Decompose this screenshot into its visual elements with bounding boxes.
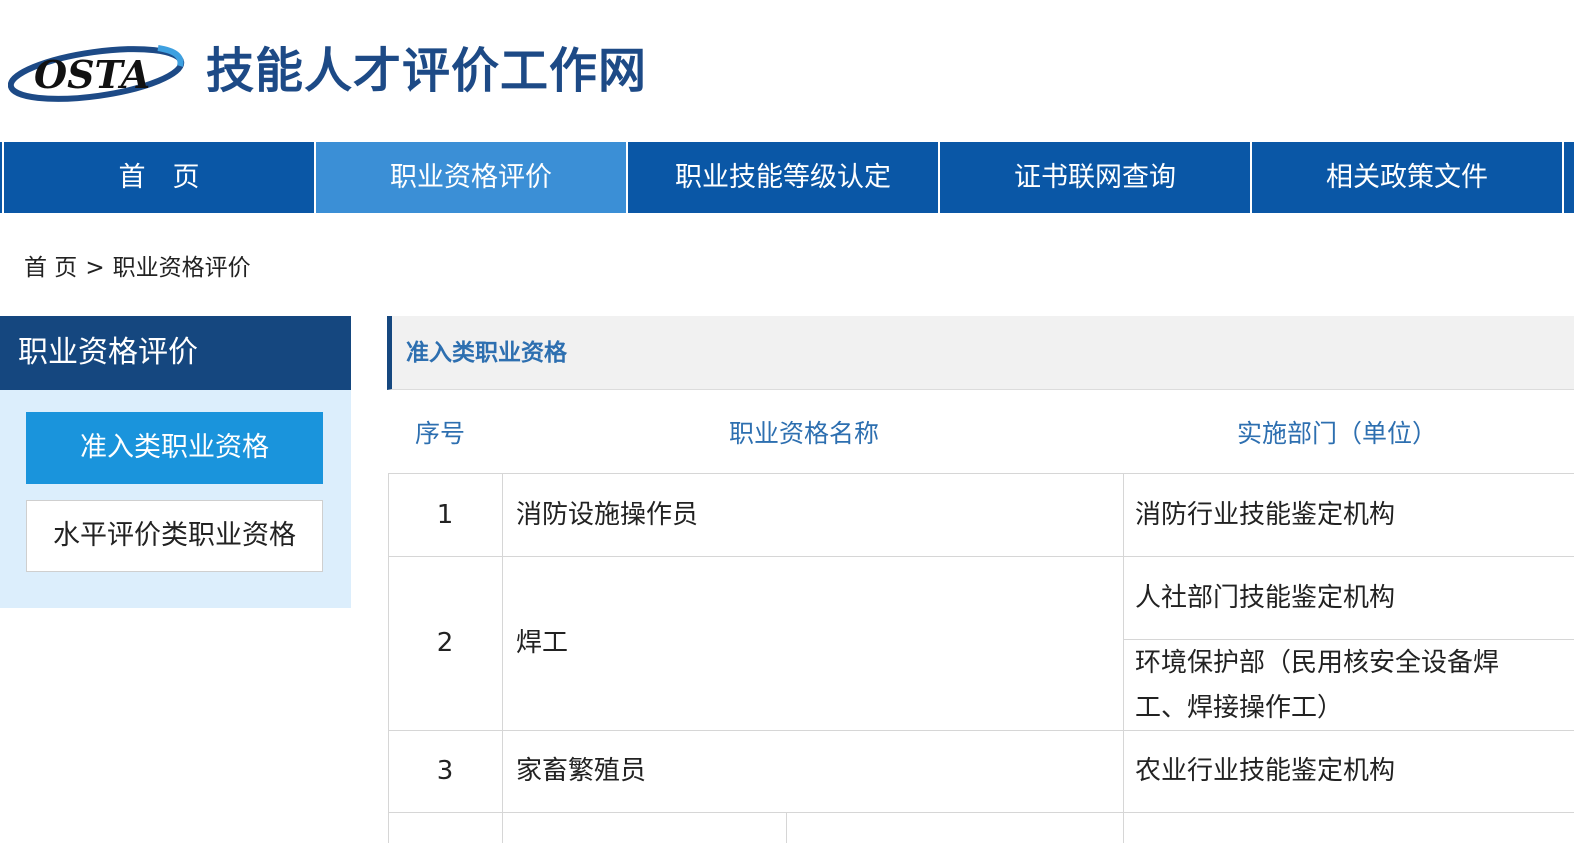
column-header-qualification-name: 职业资格名称: [729, 419, 880, 448]
logo-text: OSTA: [34, 52, 150, 97]
sidebar-item-level-evaluation-qualification[interactable]: 水平评价类职业资格: [26, 500, 323, 572]
section-title: 准入类职业资格: [406, 340, 567, 366]
table-border: [388, 473, 1574, 474]
sidebar-menu: 准入类职业资格 水平评价类职业资格: [0, 390, 351, 608]
table-border: [1123, 473, 1124, 843]
section-header: 准入类职业资格: [387, 316, 1574, 390]
table-cell-department: 人社部门技能鉴定机构: [1135, 583, 1396, 613]
nav-item-policy-documents[interactable]: 相关政策文件: [1252, 142, 1562, 213]
nav-item-certificate-query[interactable]: 证书联网查询: [940, 142, 1250, 213]
breadcrumb-current: 职业资格评价: [112, 255, 251, 281]
table-cell-qualification-name: 家畜繁殖员: [516, 756, 647, 786]
nav-item-skill-level-certification[interactable]: 职业技能等级认定: [628, 142, 938, 213]
table-cell-number: 3: [436, 756, 454, 786]
breadcrumb-home-link[interactable]: 首 页: [24, 255, 77, 281]
table-cell-number: 1: [436, 500, 454, 530]
table-border: [388, 812, 1574, 813]
table-border: [1123, 639, 1574, 640]
site-header: OSTA 技能人才评价工作网: [0, 0, 1574, 142]
column-header-department: 实施部门（单位）: [1237, 419, 1438, 448]
table-cell-qualification-name: 焊工: [516, 628, 569, 658]
table-border: [502, 473, 503, 843]
table-cell-department: 消防行业技能鉴定机构: [1135, 500, 1396, 530]
breadcrumb-separator: >: [85, 255, 105, 281]
table-border: [786, 812, 787, 843]
column-header-number: 序号: [415, 419, 466, 448]
sidebar-item-access-qualification[interactable]: 准入类职业资格: [26, 412, 323, 484]
sidebar-title: 职业资格评价: [0, 316, 351, 390]
table-cell-department: 农业行业技能鉴定机构: [1135, 756, 1396, 786]
table-border: [388, 556, 1574, 557]
nav-item-home[interactable]: 首 页: [4, 142, 314, 213]
table-cell-number: 2: [436, 628, 454, 658]
osta-logo[interactable]: OSTA: [7, 38, 188, 108]
nav-item-qualification-evaluation[interactable]: 职业资格评价: [316, 142, 626, 213]
table-cell-qualification-name: 消防设施操作员: [516, 500, 699, 530]
table-cell-department: 环境保护部（民用核安全设备焊工、焊接操作工）: [1135, 648, 1500, 723]
breadcrumb: 首 页 > 职业资格评价: [24, 250, 251, 286]
main-nav: 首 页 职业资格评价 职业技能等级认定 证书联网查询 相关政策文件: [0, 142, 1574, 213]
nav-divider: [1562, 142, 1564, 213]
site-title: 技能人才评价工作网: [206, 43, 648, 99]
